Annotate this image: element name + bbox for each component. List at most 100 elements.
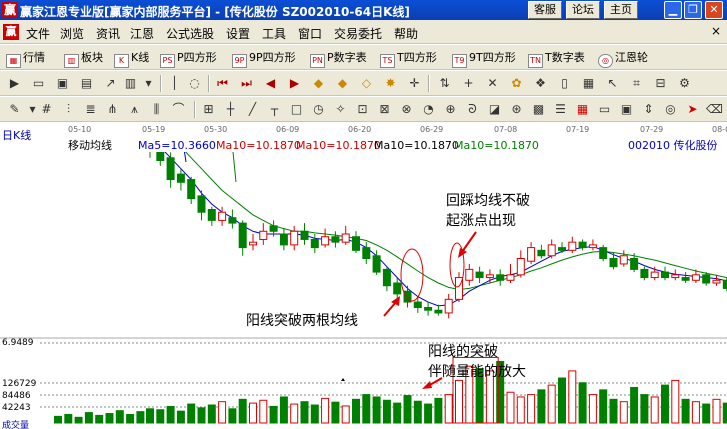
chart-svg[interactable]: 05-10 05-19 05-30 06-09 06-20 06-29 07-08 07-19… xyxy=(0,122,727,429)
mark-icon[interactable]: ⊗ xyxy=(398,101,415,118)
9p-square-button[interactable]: 9P 9P四方形 xyxy=(232,49,296,68)
close-icon[interactable]: ✕ xyxy=(705,1,723,19)
lines-icon[interactable]: ☰ xyxy=(552,101,569,118)
crosshair-icon[interactable]: ✛ xyxy=(406,75,423,92)
box-icon[interactable]: ⊞ xyxy=(200,101,217,118)
menu-gann[interactable]: 江恩 xyxy=(130,25,154,42)
cursor-icon[interactable]: ↖ xyxy=(604,75,621,92)
grid-box-icon[interactable]: ⊡ xyxy=(354,101,371,118)
volume-bar xyxy=(516,396,525,424)
menu-file[interactable]: 文件 xyxy=(26,25,50,42)
gann-icon[interactable]: ❖ xyxy=(532,75,549,92)
square-icon[interactable]: □ xyxy=(288,101,305,118)
annotation-arrowhead-breakout xyxy=(391,296,400,306)
menu-browse[interactable]: 浏览 xyxy=(60,25,84,42)
sun-icon[interactable]: ✸ xyxy=(382,75,399,92)
maximize-icon[interactable]: ❐ xyxy=(684,1,702,19)
menu-window[interactable]: 窗口 xyxy=(298,25,322,42)
fan-icon[interactable]: ✿ xyxy=(508,75,525,92)
first-icon[interactable]: ⏮ xyxy=(214,75,231,92)
pie-icon[interactable]: ◔ xyxy=(420,101,437,118)
volume-bar xyxy=(166,405,175,424)
split-icon[interactable]: ⊕ xyxy=(442,101,459,118)
screen-icon[interactable]: ▭ xyxy=(30,75,47,92)
plus-icon[interactable]: + xyxy=(460,75,477,92)
bars-icon[interactable]: ▥ xyxy=(122,75,139,92)
menu-news[interactable]: 资讯 xyxy=(96,25,120,42)
gann-wheel-button[interactable]: ◎ 江恩轮 xyxy=(598,49,648,68)
line-icon[interactable]: │ xyxy=(166,75,183,92)
t-line-icon[interactable]: ┬ xyxy=(266,101,283,118)
diag-icon[interactable]: ◪ xyxy=(486,101,503,118)
minimize-icon[interactable]: ▁ xyxy=(664,1,682,19)
candle-up xyxy=(516,258,525,276)
spiral-icon[interactable]: ᘐ xyxy=(464,101,481,118)
volume-bar xyxy=(74,416,83,424)
rectangle-icon[interactable]: ▯ xyxy=(556,75,573,92)
t-table-button[interactable]: TN T数字表 xyxy=(528,49,585,68)
cross-hatch-icon[interactable]: ⊛ xyxy=(508,101,525,118)
homepage-button[interactable]: 主页 xyxy=(604,1,638,19)
h-line-icon[interactable]: ┼ xyxy=(222,101,239,118)
fork-icon[interactable]: ⫶ xyxy=(60,101,77,118)
grid-lines-icon[interactable]: ▦ xyxy=(580,75,597,92)
9t-square-button[interactable]: T9 9T四方形 xyxy=(452,49,516,68)
arrow-icon[interactable]: ➤ xyxy=(684,101,701,118)
candle-up xyxy=(588,244,597,249)
channel-icon[interactable]: ⫼ xyxy=(148,101,165,118)
t-square-button[interactable]: TS T四方形 xyxy=(380,49,437,68)
next-icon[interactable]: ▶ xyxy=(286,75,303,92)
date-tick: 06-09 xyxy=(276,125,299,134)
last-icon[interactable]: ⏭ xyxy=(238,75,255,92)
link-icon[interactable]: ⌗ xyxy=(628,75,645,92)
volume-bar xyxy=(578,382,587,424)
calendar-icon[interactable]: ▦ xyxy=(574,101,591,118)
square-grid-icon[interactable]: ▣ xyxy=(618,101,635,118)
ruler-icon[interactable]: ⊟ xyxy=(652,75,669,92)
rotate-icon[interactable]: ◷ xyxy=(310,101,327,118)
prev-icon[interactable]: ◀ xyxy=(262,75,279,92)
diamond-icon[interactable]: ◇ xyxy=(358,75,375,92)
rect-select-icon[interactable]: ▭ xyxy=(596,101,613,118)
arc-icon[interactable]: ⌒ xyxy=(170,101,187,118)
zoom-icon[interactable]: ✕ xyxy=(484,75,501,92)
forum-button[interactable]: 论坛 xyxy=(566,1,600,19)
chart-window-icon[interactable]: ▤ xyxy=(78,75,95,92)
p-table-button[interactable]: PN P数字表 xyxy=(310,49,367,68)
fibonacci-icon[interactable]: ≣ xyxy=(82,101,99,118)
play-icon[interactable]: ▶ xyxy=(6,75,23,92)
shift-icon[interactable]: ⇕ xyxy=(640,101,657,118)
hash-icon[interactable]: # xyxy=(38,101,55,118)
menu-formula-picking[interactable]: 公式选股 xyxy=(166,25,214,42)
ray-icon[interactable]: ╱ xyxy=(244,101,261,118)
p-square-button[interactable]: PS P四方形 xyxy=(160,49,217,68)
range-icon[interactable]: ⇅ xyxy=(436,75,453,92)
sectors-button[interactable]: ▥ 板块 xyxy=(64,49,103,68)
volume-bar xyxy=(300,401,309,424)
target-icon[interactable]: ◎ xyxy=(662,101,679,118)
trend-icon[interactable]: ↗ xyxy=(102,75,119,92)
quotes-button[interactable]: ▦ 行情 xyxy=(6,49,45,68)
kline-chart[interactable]: 05-10 05-19 05-30 06-09 06-20 06-29 07-08 07-19… xyxy=(0,122,727,429)
pen-icon[interactable]: ✎ xyxy=(6,101,23,118)
menu-close-icon[interactable]: × xyxy=(709,24,723,38)
window-icon[interactable]: ▣ xyxy=(54,75,71,92)
star-icon[interactable]: ✧ xyxy=(332,101,349,118)
dropdown-icon[interactable]: ▾ xyxy=(140,75,157,92)
warning-up-icon[interactable]: ◆ xyxy=(310,75,327,92)
cycle-icon[interactable]: ⩚ xyxy=(126,101,143,118)
menu-trade-order[interactable]: 交易委托 xyxy=(334,25,382,42)
settings-icon[interactable]: ⚙ xyxy=(676,75,693,92)
eraser-icon[interactable]: ⌫ xyxy=(706,101,723,118)
menu-help[interactable]: 帮助 xyxy=(394,25,418,42)
adjust-icon[interactable]: ◌ xyxy=(186,75,203,92)
kline-button[interactable]: K K线 xyxy=(114,49,149,68)
menu-tools[interactable]: 工具 xyxy=(262,25,286,42)
customer-service-button[interactable]: 客服 xyxy=(528,1,562,19)
menu-settings[interactable]: 设置 xyxy=(226,25,250,42)
warning-down-icon[interactable]: ◆ xyxy=(334,75,351,92)
mesh-icon[interactable]: ▩ xyxy=(530,101,547,118)
gann-fan-icon[interactable]: ⋔ xyxy=(104,101,121,118)
cross-box-icon[interactable]: ⊠ xyxy=(376,101,393,118)
volume-bar xyxy=(176,410,185,424)
